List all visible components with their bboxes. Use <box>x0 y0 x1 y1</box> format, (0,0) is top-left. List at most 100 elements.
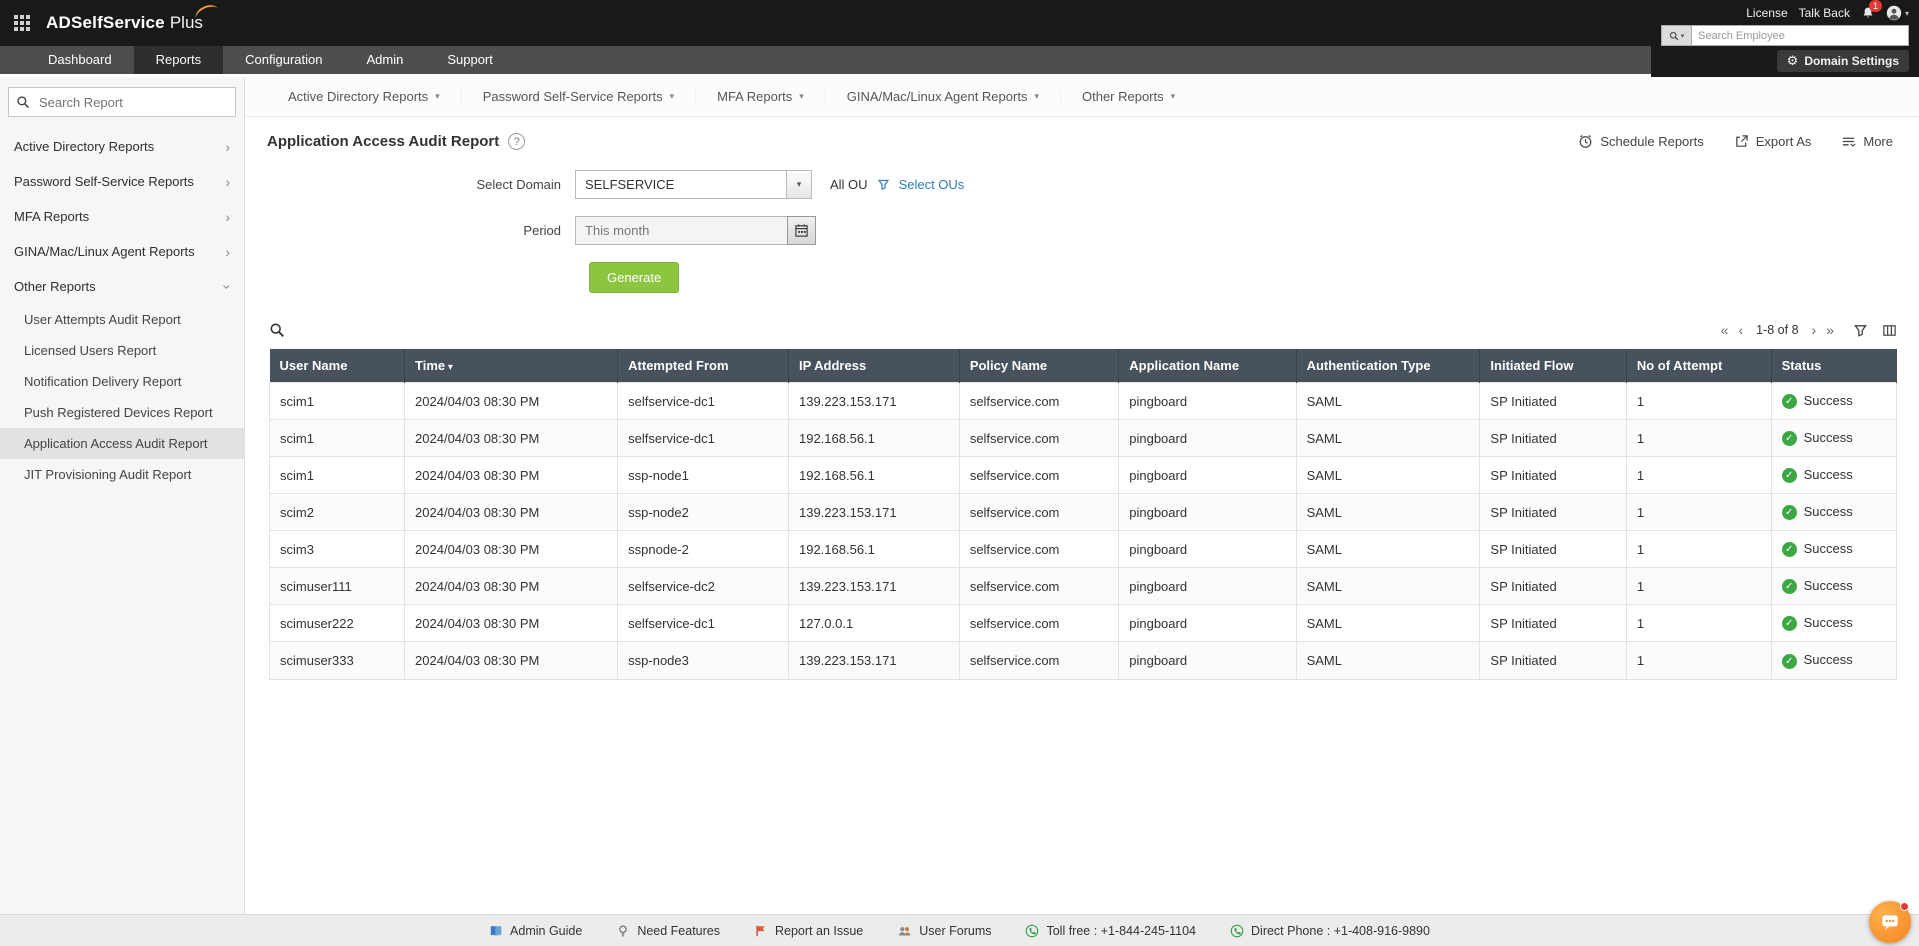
column-header-application-name[interactable]: Application Name <box>1118 349 1297 383</box>
sidebar-subitem-user-attempts-audit-report[interactable]: User Attempts Audit Report <box>0 304 244 335</box>
sidebar-item-gina-mac-linux-agent-reports[interactable]: GINA/Mac/Linux Agent Reports › <box>0 234 244 269</box>
chat-widget[interactable] <box>1869 901 1911 943</box>
caret-down-icon: ▾ <box>435 91 440 101</box>
next-page-button[interactable]: › <box>1807 321 1822 339</box>
talkback-link[interactable]: Talk Back <box>1799 6 1850 20</box>
table-cell: 2024/04/03 08:30 PM <box>404 456 619 495</box>
schedule-reports-button[interactable]: Schedule Reports <box>1578 134 1704 149</box>
chat-icon <box>1882 915 1898 930</box>
user-avatar-icon[interactable]: ▾ <box>1886 5 1909 21</box>
table-cell: SP Initiated <box>1479 419 1627 458</box>
sidebar-item-other-reports[interactable]: Other Reports › <box>0 269 244 304</box>
column-header-time[interactable]: Time ▾ <box>404 349 619 383</box>
tab-dashboard[interactable]: Dashboard <box>26 46 134 74</box>
column-header-initiated-flow[interactable]: Initiated Flow <box>1479 349 1627 383</box>
report-menu-item-other-reports[interactable]: Other Reports ▾ <box>1061 89 1196 104</box>
sidebar-subitem-jit-provisioning-audit-report[interactable]: JIT Provisioning Audit Report <box>0 459 244 490</box>
sidebar-subitem-notification-delivery-report[interactable]: Notification Delivery Report <box>0 366 244 397</box>
report-menu-label: Other Reports <box>1081 89 1164 104</box>
sidebar-subitem-push-registered-devices-report[interactable]: Push Registered Devices Report <box>0 397 244 428</box>
success-check-icon: ✓ <box>1781 653 1797 669</box>
report-menu-item-password-self-service-reports[interactable]: Password Self-Service Reports ▾ <box>462 89 697 104</box>
column-header-label: Application Name <box>1129 358 1240 373</box>
table-row[interactable]: scimuser333 2024/04/03 08:30 PM ssp-node3 1… <box>268 641 1898 680</box>
report-menu-item-gina-mac-linux-agent-reports[interactable]: GINA/Mac/Linux Agent Reports ▾ <box>826 89 1061 104</box>
column-header-policy-name[interactable]: Policy Name <box>959 349 1120 383</box>
table-row[interactable]: scim3 2024/04/03 08:30 PM sspnode-2 192.168… <box>268 530 1898 569</box>
license-link[interactable]: License <box>1746 6 1787 20</box>
report-menu-item-mfa-reports[interactable]: MFA Reports ▾ <box>696 89 826 104</box>
table-row[interactable]: scim1 2024/04/03 08:30 PM ssp-node1 192.168… <box>268 456 1898 495</box>
select-ous-link[interactable]: Select OUs <box>899 177 965 192</box>
column-header-authentication-type[interactable]: Authentication Type <box>1296 349 1481 383</box>
table-row[interactable]: scimuser111 2024/04/03 08:30 PM selfservic… <box>268 567 1898 606</box>
last-page-button[interactable]: » <box>1821 321 1839 339</box>
sidebar-item-active-directory-reports[interactable]: Active Directory Reports › <box>0 129 244 164</box>
table-cell: SP Initiated <box>1479 567 1627 606</box>
table-search-icon[interactable] <box>269 322 285 338</box>
export-as-button[interactable]: Export As <box>1734 134 1811 149</box>
table-row[interactable]: scim1 2024/04/03 08:30 PM selfservice-dc1 1… <box>268 419 1898 458</box>
footer-link-admin-guide[interactable]: Admin Guide <box>489 924 582 938</box>
caret-down-icon: ▾ <box>799 91 804 101</box>
table-cell: 1 <box>1625 567 1772 606</box>
generate-button[interactable]: Generate <box>589 262 680 293</box>
footer-link-need-features[interactable]: Need Features <box>616 924 720 938</box>
notifications-bell-icon[interactable]: 1 <box>1861 0 1882 20</box>
status-cell: ✓ Success <box>1770 493 1898 532</box>
first-page-button[interactable]: « <box>1716 321 1734 339</box>
table-row[interactable]: scimuser222 2024/04/03 08:30 PM selfservic… <box>268 604 1898 643</box>
table-cell: sspnode-2 <box>617 530 789 569</box>
direct-phone-icon <box>1230 924 1244 938</box>
table-cell: scimuser111 <box>268 567 406 606</box>
sidebar-item-mfa-reports[interactable]: MFA Reports › <box>0 199 244 234</box>
tab-support[interactable]: Support <box>425 46 515 74</box>
table-cell: SAML <box>1295 641 1481 680</box>
sidebar-subitem-application-access-audit-report[interactable]: Application Access Audit Report <box>0 428 244 459</box>
apps-grid-icon[interactable] <box>14 15 30 31</box>
tab-configuration[interactable]: Configuration <box>223 46 344 74</box>
column-chooser-icon[interactable] <box>1882 323 1897 338</box>
table-row[interactable]: scim1 2024/04/03 08:30 PM selfservice-dc1 1… <box>268 381 1898 421</box>
footer-link-toll-free-1-844-245-1104[interactable]: Toll free : +1-844-245-1104 <box>1025 924 1196 938</box>
table-cell: 2024/04/03 08:30 PM <box>404 567 619 606</box>
sidebar-subitem-licensed-users-report[interactable]: Licensed Users Report <box>0 335 244 366</box>
footer-link-user-forums[interactable]: User Forums <box>897 924 991 938</box>
search-scope-dropdown[interactable]: ▾ <box>1661 25 1691 46</box>
table-cell: scim1 <box>268 419 406 458</box>
domain-settings-button[interactable]: ⚙ Domain Settings <box>1776 50 1909 72</box>
table-cell: 2024/04/03 08:30 PM <box>404 641 619 680</box>
column-header-ip-address[interactable]: IP Address <box>788 349 960 383</box>
notification-badge: 1 <box>1868 0 1882 12</box>
more-button[interactable]: More <box>1841 134 1893 149</box>
calendar-icon[interactable] <box>787 216 816 245</box>
tab-reports[interactable]: Reports <box>133 46 224 74</box>
chevron-right-icon: › <box>225 173 230 190</box>
sidebar-item-password-self-service-reports[interactable]: Password Self-Service Reports › <box>0 164 244 199</box>
column-header-user-name[interactable]: User Name <box>269 349 406 383</box>
column-header-attempted-from[interactable]: Attempted From <box>617 349 789 383</box>
help-icon[interactable]: ? <box>508 133 526 150</box>
pagination-label: 1-8 of 8 <box>1756 323 1799 337</box>
prev-page-button[interactable]: ‹ <box>1733 321 1748 339</box>
column-header-status[interactable]: Status <box>1771 349 1898 383</box>
ou-filter-icon[interactable] <box>877 178 890 191</box>
chevron-down-icon: ▾ <box>786 171 811 198</box>
table-cell: 192.168.56.1 <box>787 530 960 569</box>
table-cell: scimuser222 <box>268 604 406 643</box>
footer-link-direct-phone-1-408-916-9890[interactable]: Direct Phone : +1-408-916-9890 <box>1230 924 1430 938</box>
table-row[interactable]: scim2 2024/04/03 08:30 PM ssp-node2 139.223… <box>268 493 1898 532</box>
report-search-input[interactable] <box>8 87 236 117</box>
filter-icon[interactable] <box>1853 323 1868 338</box>
footer-link-report-an-issue[interactable]: Report an Issue <box>754 924 863 938</box>
period-input[interactable] <box>575 216 787 245</box>
chevron-right-icon: › <box>225 208 230 225</box>
table-cell: pingboard <box>1118 604 1297 643</box>
table-cell: pingboard <box>1118 456 1297 495</box>
employee-search-input[interactable] <box>1691 25 1909 46</box>
tab-admin[interactable]: Admin <box>344 46 425 74</box>
domain-select[interactable]: SELFSERVICE ▾ <box>575 170 812 199</box>
column-header-no-of-attempt[interactable]: No of Attempt <box>1626 349 1772 383</box>
report-menu-item-active-directory-reports[interactable]: Active Directory Reports ▾ <box>267 89 462 104</box>
caret-down-icon: ▾ <box>1034 91 1039 101</box>
